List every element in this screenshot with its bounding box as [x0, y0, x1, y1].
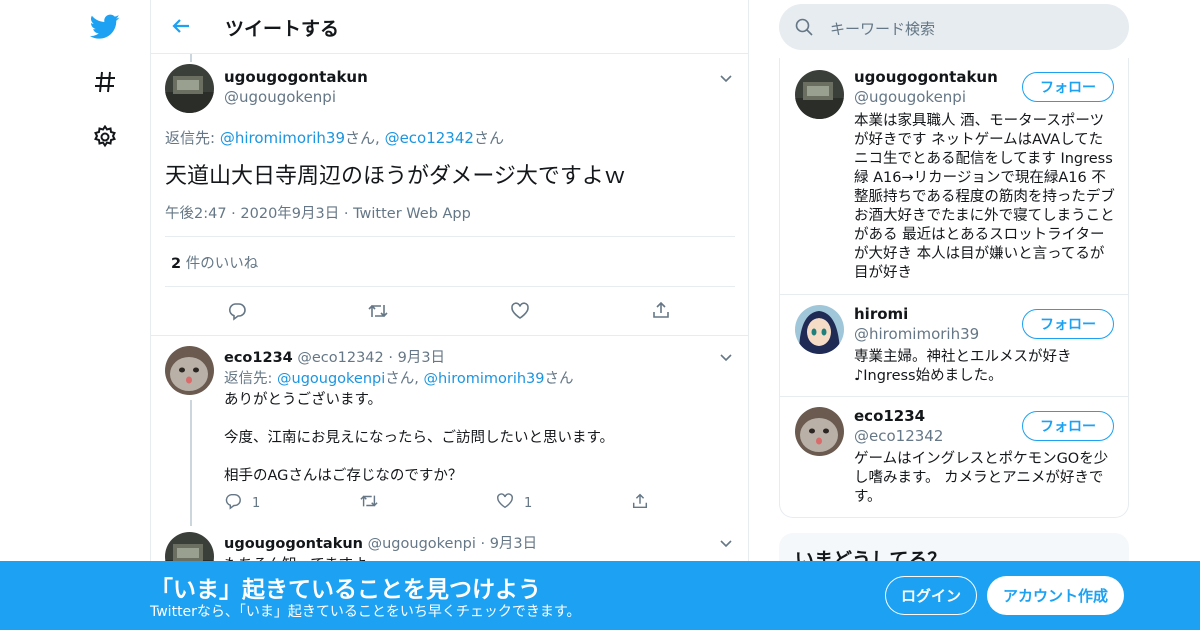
author-name[interactable]: ugougogontakun — [224, 536, 363, 552]
reply-separator: さん — [544, 371, 574, 387]
retweet-icon[interactable] — [359, 492, 379, 510]
reply-count: 1 — [252, 495, 261, 511]
user-handle[interactable]: @ugougokenpi — [854, 88, 966, 106]
gear-icon[interactable] — [88, 120, 122, 154]
signup-button[interactable]: アカウント作成 — [987, 576, 1124, 615]
reply-separator: さん, — [385, 371, 424, 387]
user-name[interactable]: ugougogontakun — [854, 68, 998, 86]
tweet-text-line: 相手のAGさんはご存じなのですか？ — [224, 468, 463, 484]
user-handle[interactable]: @eco12342 — [854, 427, 943, 445]
left-nav — [60, 0, 150, 630]
like-action[interactable]: 1 — [496, 492, 532, 514]
user-card[interactable]: ugougogontakun @ugougokenpi フォロー 本業は家具職人… — [780, 58, 1128, 295]
retweet-icon[interactable] — [367, 301, 389, 321]
tweet-text-line: 今度、江南にお見えになったら、ご訪問したいと思います。 — [224, 430, 615, 446]
mention-link[interactable]: @eco12342 — [385, 129, 474, 147]
hashtag-icon[interactable] — [88, 65, 122, 99]
focused-tweet: ugougogontakun @ugougokenpi 返信先: @hiromi… — [151, 54, 748, 336]
page-title: ツイートする — [225, 18, 340, 40]
share-icon[interactable] — [631, 492, 649, 510]
reply-separator: さん — [473, 129, 504, 147]
likes-summary[interactable]: 2 件のいいね — [171, 252, 258, 273]
tweet-time[interactable]: 午後2:47 — [165, 206, 227, 222]
tweet-date[interactable]: 9月3日 — [398, 350, 445, 366]
tweet-header: eco1234 @eco12342 · 9月3日 — [224, 350, 446, 366]
tweet-text-line: ありがとうございます。 — [224, 392, 383, 408]
avatar[interactable] — [795, 70, 844, 119]
tweet-date[interactable]: 9月3日 — [490, 536, 537, 552]
banner-subtext: Twitterなら、「いま」起きていることをいち早くチェックできます。 — [150, 604, 581, 620]
user-bio: 本業は家具職人 酒、モータースポーツが好きです ネットゲームはAVAしてた ニコ… — [854, 113, 1115, 281]
user-list: ugougogontakun @ugougokenpi フォロー 本業は家具職人… — [779, 58, 1129, 518]
user-bio: 専業主婦。神社とエルメスが好き♪Ingress始めました。 — [854, 349, 1072, 384]
reply-context: 返信先: @ugougokenpiさん, @hiromimorih39さん — [224, 367, 574, 388]
thread-line — [190, 400, 192, 526]
mention-link[interactable]: @ugougokenpi — [277, 371, 385, 387]
banner-headline: 「いま」起きていることを見つけよう — [150, 577, 541, 603]
likes-count: 2 — [171, 256, 182, 272]
back-arrow-icon[interactable] — [169, 14, 193, 38]
user-name[interactable]: eco1234 — [854, 407, 925, 425]
author-name[interactable]: eco1234 — [224, 350, 293, 366]
chevron-down-icon[interactable] — [719, 535, 733, 549]
reply-icon[interactable] — [224, 492, 242, 514]
divider — [165, 236, 735, 237]
tweet-header: ugougogontakun @ugougokenpi · 9月3日 — [224, 536, 538, 552]
tweet-text: 天道山大日寺周辺のほうがダメージ大ですよｗ — [165, 164, 626, 189]
user-card[interactable]: hiromi @hiromimorih39 フォロー 専業主婦。神社とエルメスが… — [780, 295, 1128, 397]
like-icon[interactable] — [510, 301, 530, 321]
chevron-down-icon[interactable] — [719, 349, 733, 363]
user-handle[interactable]: @hiromimorih39 — [854, 325, 979, 343]
twitter-logo-icon[interactable] — [88, 10, 122, 44]
mention-link[interactable]: @hiromimorih39 — [423, 371, 544, 387]
mention-link[interactable]: @hiromimorih39 — [220, 129, 345, 147]
reply-icon[interactable] — [227, 301, 247, 321]
reply-action[interactable]: 1 — [224, 492, 260, 514]
like-count: 1 — [524, 495, 533, 511]
reply-tweet[interactable]: eco1234 @eco12342 · 9月3日 返信先: @ugougoken… — [151, 336, 748, 526]
reply-separator: さん, — [345, 129, 385, 147]
page-header: ツイートする — [151, 0, 748, 54]
follow-button[interactable]: フォロー — [1022, 411, 1114, 441]
user-name[interactable]: hiromi — [854, 305, 908, 323]
reply-prefix: 返信先: — [165, 129, 220, 147]
search-placeholder[interactable]: キーワード検索 — [830, 18, 935, 39]
main-column: ツイートする ugougogontakun @ugougokenpi 返信先: … — [150, 0, 749, 630]
follow-button[interactable]: フォロー — [1022, 309, 1114, 339]
tweet-date[interactable]: 2020年9月3日 — [240, 206, 339, 222]
chevron-down-icon[interactable] — [719, 70, 733, 84]
author-handle[interactable]: @eco12342 — [297, 350, 383, 366]
likes-label: 件のいいね — [185, 256, 259, 272]
author-name[interactable]: ugougogontakun — [224, 68, 368, 86]
reply-prefix: 返信先: — [224, 371, 277, 387]
share-icon[interactable] — [651, 300, 671, 320]
signup-banner: 「いま」起きていることを見つけよう Twitterなら、「いま」起きていることを… — [0, 561, 1200, 630]
avatar[interactable] — [795, 407, 844, 456]
follow-button[interactable]: フォロー — [1022, 72, 1114, 102]
search-icon — [795, 18, 813, 40]
tweet-source[interactable]: Twitter Web App — [353, 206, 471, 222]
avatar[interactable] — [165, 346, 214, 395]
avatar[interactable] — [165, 64, 214, 113]
login-button[interactable]: ログイン — [885, 576, 977, 615]
user-bio: ゲームはイングレスとポケモンGOを少し嗜みます。 カメラとアニメが好きです。 — [854, 451, 1109, 505]
thread-line — [190, 54, 192, 62]
divider — [165, 286, 735, 287]
author-handle[interactable]: @ugougokenpi — [224, 88, 336, 106]
author-handle[interactable]: @ugougokenpi — [368, 536, 476, 552]
tweet-meta: 午後2:47 · 2020年9月3日 · Twitter Web App — [165, 206, 471, 222]
like-icon[interactable] — [496, 492, 514, 514]
search-bar[interactable]: キーワード検索 — [779, 4, 1129, 50]
reply-context: 返信先: @hiromimorih39さん, @eco12342さん — [165, 127, 504, 148]
user-card[interactable]: eco1234 @eco12342 フォロー ゲームはイングレスとポケモンGOを… — [780, 397, 1128, 518]
avatar[interactable] — [795, 305, 844, 354]
